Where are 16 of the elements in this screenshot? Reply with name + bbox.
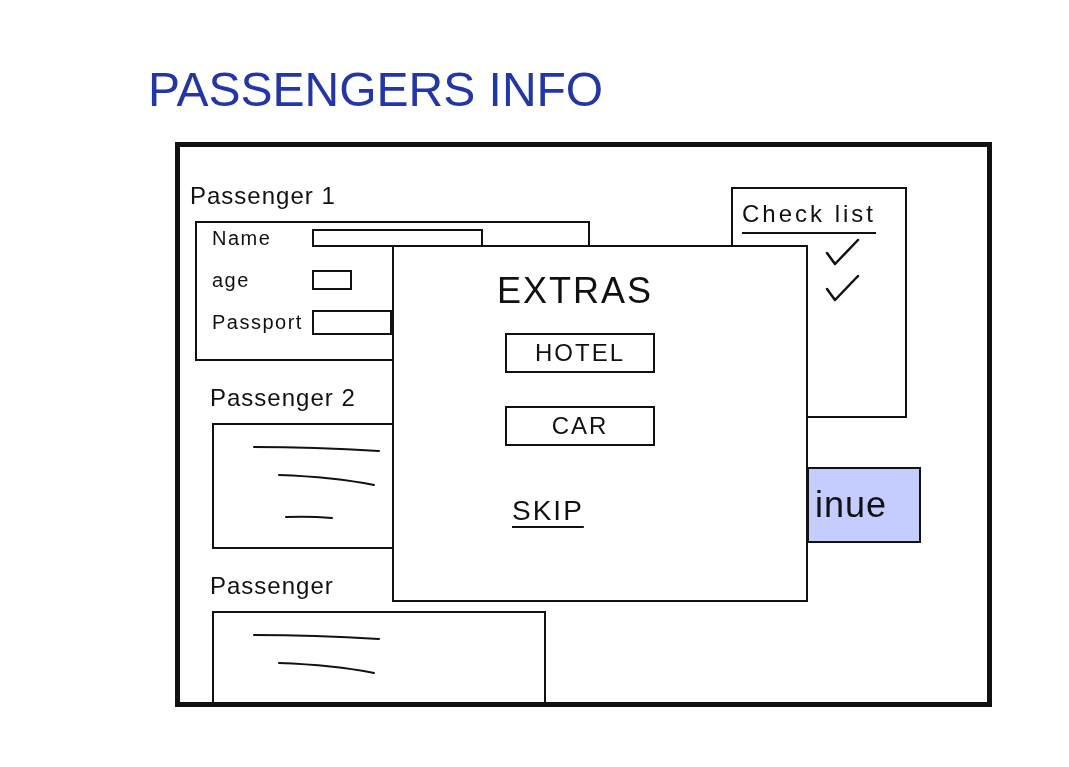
checklist-title: Check list (742, 200, 877, 234)
skip-link[interactable]: SKIP (512, 494, 584, 528)
page-title: PASSENGERS INFO (148, 62, 604, 118)
passenger-label: Passenger 2 (210, 383, 356, 413)
passenger-label: Passenger 1 (190, 181, 336, 211)
dialog-title: EXTRAS (497, 269, 654, 313)
option-button[interactable]: CAR (505, 406, 655, 446)
passenger-label: Passenger (210, 571, 334, 601)
input-field[interactable] (312, 229, 483, 247)
input-field[interactable] (312, 270, 352, 290)
field-label: age (212, 268, 250, 292)
input-field[interactable] (312, 309, 392, 335)
action-button[interactable]: inue (807, 467, 921, 543)
field-label: Passport (212, 310, 303, 334)
field-label: Name (212, 226, 272, 250)
option-button[interactable]: HOTEL (505, 333, 655, 373)
